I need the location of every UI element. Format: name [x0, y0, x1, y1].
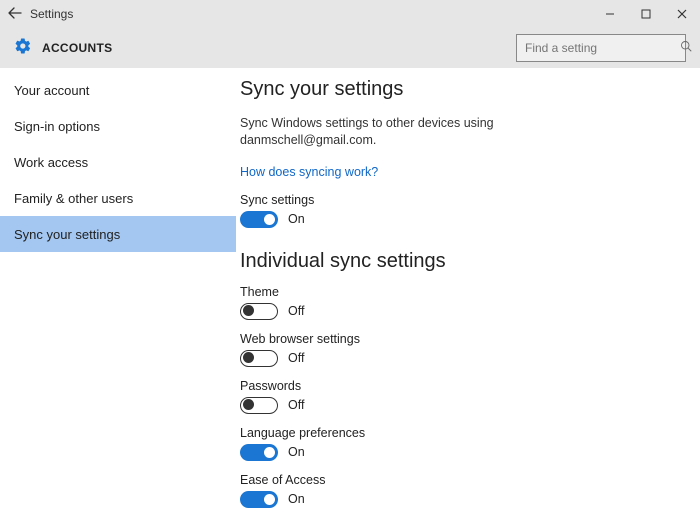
- sidebar: Your account Sign-in options Work access…: [0, 68, 236, 516]
- web-browser-toggle[interactable]: [240, 350, 278, 367]
- ease-of-access-label: Ease of Access: [240, 473, 676, 487]
- sidebar-item-sync-your-settings[interactable]: Sync your settings: [0, 216, 236, 252]
- page-header-title: ACCOUNTS: [42, 41, 112, 55]
- gear-icon: [14, 37, 42, 60]
- content-pane: Sync your settings Sync Windows settings…: [236, 68, 700, 516]
- ease-of-access-state: On: [288, 492, 305, 506]
- sidebar-item-sign-in-options[interactable]: Sign-in options: [0, 108, 236, 144]
- maximize-button[interactable]: [628, 0, 664, 28]
- language-toggle[interactable]: [240, 444, 278, 461]
- section-title: Individual sync settings: [240, 250, 676, 273]
- sidebar-item-your-account[interactable]: Your account: [0, 72, 236, 108]
- window-title: Settings: [30, 7, 73, 21]
- sync-settings-state: On: [288, 212, 305, 226]
- passwords-label: Passwords: [240, 379, 676, 393]
- passwords-toggle[interactable]: [240, 397, 278, 414]
- titlebar: Settings: [0, 0, 700, 28]
- sidebar-item-work-access[interactable]: Work access: [0, 144, 236, 180]
- passwords-state: Off: [288, 398, 304, 412]
- sync-settings-toggle[interactable]: [240, 211, 278, 228]
- help-link[interactable]: How does syncing work?: [240, 165, 378, 179]
- theme-state: Off: [288, 304, 304, 318]
- page-title: Sync your settings: [240, 78, 676, 101]
- web-browser-state: Off: [288, 351, 304, 365]
- ease-of-access-toggle[interactable]: [240, 491, 278, 508]
- back-button[interactable]: [0, 6, 30, 22]
- header: ACCOUNTS: [0, 28, 700, 68]
- sidebar-item-family-other-users[interactable]: Family & other users: [0, 180, 236, 216]
- minimize-button[interactable]: [592, 0, 628, 28]
- master-toggle-label: Sync settings: [240, 193, 676, 207]
- theme-label: Theme: [240, 285, 676, 299]
- search-input[interactable]: [525, 41, 680, 55]
- web-browser-label: Web browser settings: [240, 332, 676, 346]
- search-icon: [680, 39, 692, 57]
- close-button[interactable]: [664, 0, 700, 28]
- language-state: On: [288, 445, 305, 459]
- theme-toggle[interactable]: [240, 303, 278, 320]
- language-label: Language preferences: [240, 426, 676, 440]
- search-box[interactable]: [516, 34, 686, 62]
- page-description: Sync Windows settings to other devices u…: [240, 115, 520, 149]
